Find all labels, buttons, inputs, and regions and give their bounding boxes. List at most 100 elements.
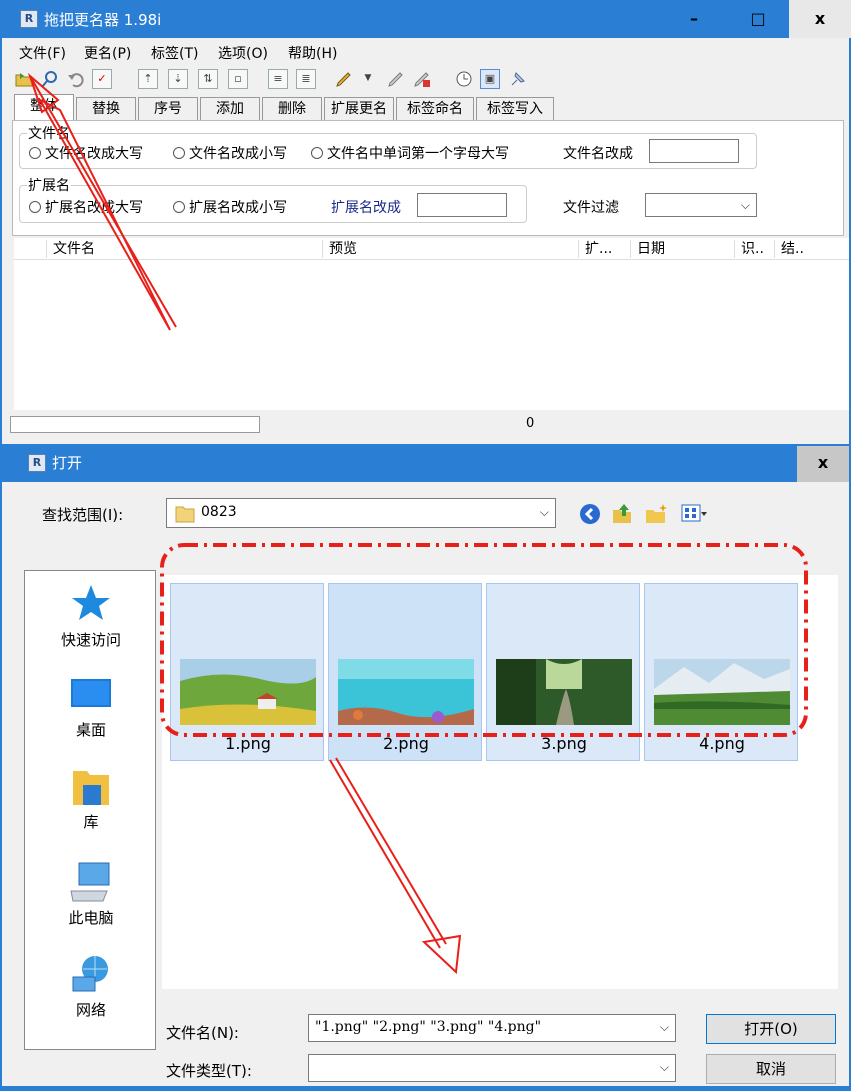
open-button[interactable]: 打开(O) xyxy=(706,1014,836,1044)
main-titlebar[interactable]: R 拖把更名器 1.98i – □ x xyxy=(0,0,851,38)
menu-help[interactable]: 帮助(H) xyxy=(288,43,337,63)
tab-tag-write[interactable]: 标签写入 xyxy=(476,97,554,121)
tag-edit-icon[interactable] xyxy=(334,69,354,89)
menu-tags[interactable]: 标签(T) xyxy=(151,43,198,63)
tab-delete[interactable]: 删除 xyxy=(262,97,322,121)
menu-bar: 文件(F) 更名(P) 标签(T) 选项(O) 帮助(H) xyxy=(2,38,849,64)
file-list[interactable] xyxy=(14,260,849,410)
dialog-close-button[interactable]: x xyxy=(797,446,849,482)
filename-input[interactable]: "1.png" "2.png" "3.png" "4.png" ⌵ xyxy=(308,1014,676,1042)
ext-rename-label: 扩展名改成 xyxy=(331,200,401,216)
app-icon: R xyxy=(28,454,46,472)
col-id[interactable]: 识.. xyxy=(734,240,774,258)
col-result[interactable]: 结.. xyxy=(774,240,818,258)
file-item[interactable]: 4.png xyxy=(644,583,798,761)
menu-file[interactable]: 文件(F) xyxy=(19,43,66,63)
cancel-button[interactable]: 取消 xyxy=(706,1054,836,1084)
file-item[interactable]: 3.png xyxy=(486,583,640,761)
place-quick-access[interactable]: 快速访问 xyxy=(25,581,157,650)
radio-filename-lower[interactable]: 文件名改成小写 xyxy=(173,143,287,163)
preview-toggle-icon[interactable]: ▣ xyxy=(480,69,500,89)
ext-rename-input[interactable] xyxy=(417,193,507,217)
place-quick-access-label: 快速访问 xyxy=(60,631,121,649)
radio-ext-lower[interactable]: 扩展名改成小写 xyxy=(173,197,287,217)
thumbnail-mountains xyxy=(654,659,790,725)
file-item[interactable]: 1.png xyxy=(170,583,324,761)
thumbnail-meadow xyxy=(180,659,316,725)
search-icon[interactable] xyxy=(40,69,60,89)
close-button[interactable]: x xyxy=(789,0,851,38)
places-bar: 快速访问 桌面 库 此电脑 网络 xyxy=(24,570,156,1050)
menu-options[interactable]: 选项(O) xyxy=(218,43,268,63)
col-ext[interactable]: 扩... xyxy=(578,240,630,258)
list-alt-icon[interactable]: ≣ xyxy=(296,69,316,89)
app-icon: R xyxy=(20,10,38,28)
clock-icon[interactable] xyxy=(454,69,474,89)
pin-icon[interactable] xyxy=(508,69,528,89)
lookin-select[interactable]: 0823 ⌵ xyxy=(166,498,556,528)
radio-filename-upper[interactable]: 文件名改成大写 xyxy=(29,143,143,163)
open-dialog: R 打开 x 查找范围(I): 0823 ⌵ 快速访问 桌面 库 此电脑 网络 … xyxy=(0,446,851,1091)
open-folder-icon[interactable] xyxy=(14,69,34,89)
tab-replace[interactable]: 替换 xyxy=(76,97,136,121)
col-filename[interactable]: 文件名 xyxy=(46,240,322,258)
file-view[interactable]: 1.png 2.png 3.png 4.png xyxy=(162,575,838,989)
doc-clear-icon[interactable]: ▫ xyxy=(228,69,248,89)
tab-tag-naming[interactable]: 标签命名 xyxy=(396,97,474,121)
list-icon[interactable]: ≡ xyxy=(268,69,288,89)
place-this-pc-label: 此电脑 xyxy=(68,909,114,927)
file-name: 2.png xyxy=(383,734,429,753)
place-desktop-label: 桌面 xyxy=(75,721,106,739)
file-name: 1.png xyxy=(225,734,271,753)
check-icon[interactable]: ✓ xyxy=(92,69,112,89)
doc-down-icon[interactable]: ⇣ xyxy=(168,69,188,89)
maximize-button[interactable]: □ xyxy=(727,0,789,38)
filter-label: 文件过滤 xyxy=(563,200,619,216)
chevron-down-icon: ⌵ xyxy=(659,1020,669,1034)
place-this-pc[interactable]: 此电脑 xyxy=(25,861,157,928)
thumbnail-forest xyxy=(496,659,632,725)
col-date[interactable]: 日期 xyxy=(630,240,726,258)
folder-icon xyxy=(175,506,195,523)
lookin-value: 0823 xyxy=(201,504,237,520)
filename-rename-input[interactable] xyxy=(649,139,739,163)
chevron-down-icon: ⌵ xyxy=(659,1060,669,1074)
place-library[interactable]: 库 xyxy=(25,767,157,832)
minimize-button[interactable]: – xyxy=(663,0,725,38)
tab-ext-rename[interactable]: 扩展更名 xyxy=(324,97,394,121)
library-icon xyxy=(73,771,109,805)
col-preview[interactable]: 预览 xyxy=(322,240,578,258)
dialog-titlebar[interactable]: R 打开 x xyxy=(0,446,851,482)
place-library-label: 库 xyxy=(83,813,99,831)
main-client: 文件(F) 更名(P) 标签(T) 选项(O) 帮助(H) ✓ ⇡ ⇣ ⇅ ▫ … xyxy=(2,38,849,444)
tab-add[interactable]: 添加 xyxy=(200,97,260,121)
up-folder-icon[interactable] xyxy=(610,502,634,526)
new-folder-icon[interactable] xyxy=(644,502,668,526)
file-list-header: 文件名 预览 扩... 日期 识.. 结.. xyxy=(14,238,849,260)
tag-delete-icon[interactable] xyxy=(412,69,432,89)
tab-overall[interactable]: 整体 xyxy=(14,94,74,121)
status-count: 0 xyxy=(526,416,535,431)
radio-filename-capitalize-label: 文件名中单词第一个字母大写 xyxy=(327,146,509,162)
computer-icon xyxy=(70,862,110,902)
file-item[interactable]: 2.png xyxy=(328,583,482,761)
radio-ext-upper-label: 扩展名改成大写 xyxy=(45,200,143,216)
tag-write-icon[interactable] xyxy=(386,69,406,89)
back-icon[interactable] xyxy=(578,502,602,526)
filename-group-label: 文件名 xyxy=(27,123,71,143)
place-desktop[interactable]: 桌面 xyxy=(25,675,157,740)
view-menu-icon[interactable] xyxy=(680,502,708,526)
radio-filename-capitalize[interactable]: 文件名中单词第一个字母大写 xyxy=(311,143,509,163)
chevron-down-icon[interactable]: ▼ xyxy=(358,69,378,89)
tab-sequence[interactable]: 序号 xyxy=(138,97,198,121)
filetype-select[interactable]: ⌵ xyxy=(308,1054,676,1082)
dialog-client: 查找范围(I): 0823 ⌵ 快速访问 桌面 库 此电脑 网络 1.png 2… xyxy=(2,482,849,1086)
filename-rename-label: 文件名改成 xyxy=(563,146,633,162)
undo-icon[interactable] xyxy=(66,69,86,89)
radio-ext-upper[interactable]: 扩展名改成大写 xyxy=(29,197,143,217)
place-network[interactable]: 网络 xyxy=(25,953,157,1020)
doc-move-icon[interactable]: ⇅ xyxy=(198,69,218,89)
menu-rename[interactable]: 更名(P) xyxy=(84,43,131,63)
filter-select[interactable]: ⌵ xyxy=(645,193,757,217)
doc-up-icon[interactable]: ⇡ xyxy=(138,69,158,89)
